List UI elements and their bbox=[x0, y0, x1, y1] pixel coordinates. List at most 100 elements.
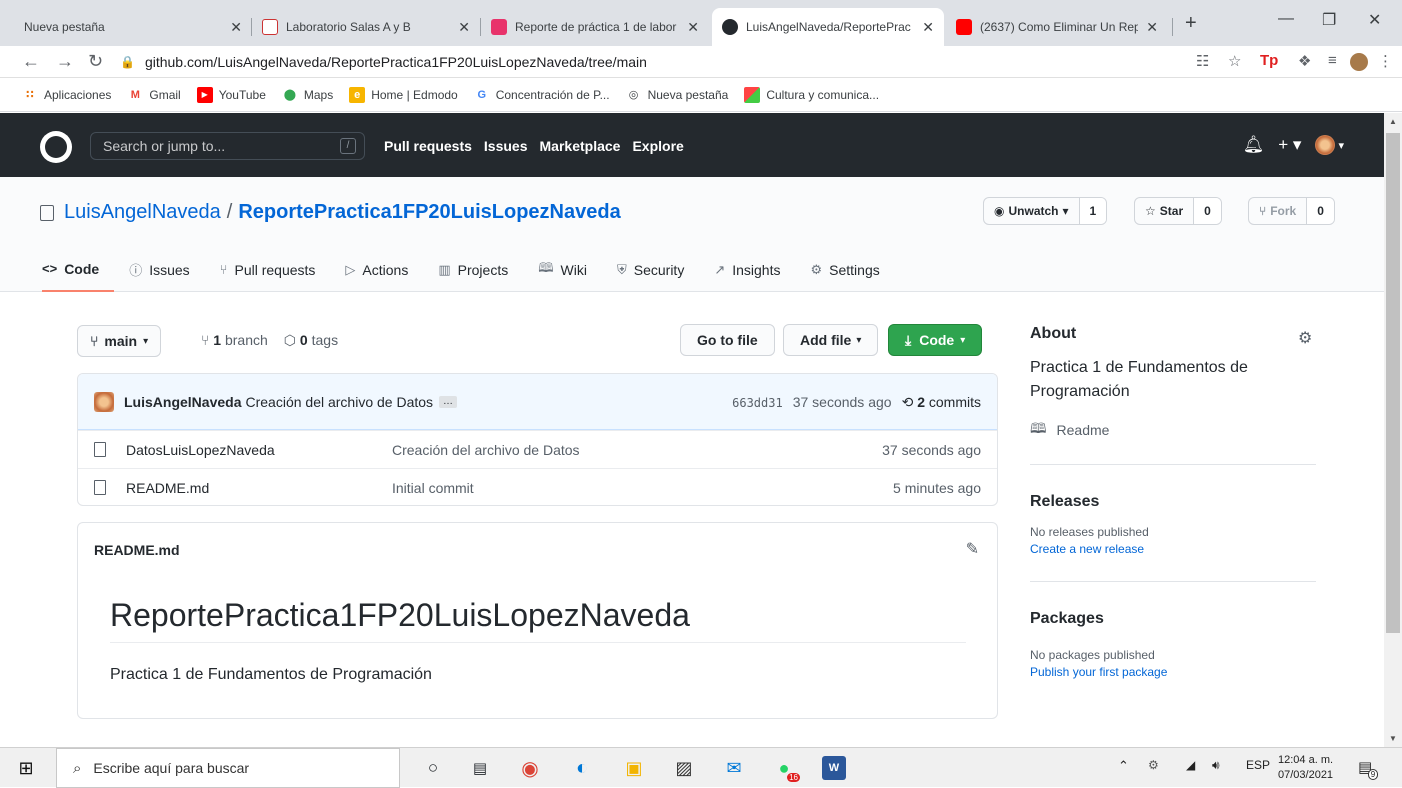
close-icon[interactable]: ✕ bbox=[230, 19, 242, 36]
file-commit-message[interactable]: Initial commit bbox=[392, 480, 474, 496]
chevron-up-icon[interactable]: ⌃ bbox=[1118, 758, 1129, 774]
tab-settings[interactable]: ⚙ Settings bbox=[795, 247, 894, 292]
code-download-button[interactable]: ⤓ Code ▾ bbox=[888, 324, 983, 356]
bookmark-gmail[interactable]: M Gmail bbox=[127, 87, 181, 103]
star-count[interactable]: 0 bbox=[1193, 198, 1221, 224]
tab-issues[interactable]: ⓘ Issues bbox=[114, 247, 204, 292]
tab-pull-requests[interactable]: ⑂ Pull requests bbox=[205, 247, 331, 292]
add-file-button[interactable]: Add file ▾ bbox=[783, 324, 879, 356]
close-icon[interactable]: ✕ bbox=[687, 19, 699, 36]
menu-kebab-icon[interactable]: ⋮ bbox=[1378, 52, 1393, 70]
wifi-icon[interactable]: ◢ bbox=[1186, 758, 1195, 772]
word-icon[interactable]: W bbox=[822, 756, 846, 780]
unwatch-button[interactable]: ◉ Unwatch ▾ 1 bbox=[983, 197, 1108, 225]
edge-icon[interactable]: ◐ bbox=[570, 756, 594, 780]
mail-icon[interactable]: ✉ bbox=[722, 756, 746, 780]
nav-marketplace[interactable]: Marketplace bbox=[540, 138, 621, 154]
file-name-link[interactable]: README.md bbox=[126, 480, 392, 496]
create-release-link[interactable]: Create a new release bbox=[1030, 542, 1316, 556]
language-indicator[interactable]: ESP bbox=[1246, 758, 1270, 772]
user-avatar-dropdown[interactable]: ▾ bbox=[1315, 135, 1344, 155]
tab-code[interactable]: <> Code bbox=[42, 247, 115, 292]
scroll-up-icon[interactable]: ▲ bbox=[1389, 117, 1397, 126]
bell-icon[interactable]: 🔔︎ bbox=[1243, 135, 1265, 155]
forward-arrow-icon[interactable]: → bbox=[56, 51, 74, 72]
close-icon[interactable]: ✕ bbox=[1146, 19, 1158, 36]
file-name-link[interactable]: DatosLuisLopezNaveda bbox=[126, 442, 392, 458]
back-arrow-icon[interactable]: ← bbox=[22, 51, 40, 72]
go-to-file-button[interactable]: Go to file bbox=[680, 324, 775, 356]
tab-actions[interactable]: ▷ Actions bbox=[330, 247, 423, 292]
taskbar-search-input[interactable]: ⌕ Escribe aquí para buscar bbox=[56, 748, 400, 788]
clock[interactable]: 12:04 a. m. 07/03/2021 bbox=[1278, 753, 1333, 783]
tab-wiki[interactable]: 🕮︎ Wiki bbox=[523, 247, 602, 292]
branch-select-button[interactable]: ⑂ main ▾ bbox=[77, 325, 162, 357]
nav-pull-requests[interactable]: Pull requests bbox=[384, 138, 472, 154]
browser-tab[interactable]: Nueva pestaña ✕ bbox=[14, 8, 252, 46]
star-button[interactable]: ☆ Star 0 bbox=[1134, 197, 1222, 225]
pencil-edit-icon[interactable]: ✎ bbox=[966, 539, 979, 559]
new-tab-button[interactable]: + bbox=[1185, 12, 1197, 35]
close-icon[interactable]: ✕ bbox=[922, 19, 934, 36]
tab-insights[interactable]: ↗ Insights bbox=[699, 247, 795, 292]
minimize-icon[interactable]: — bbox=[1278, 10, 1294, 28]
restore-icon[interactable]: ❐ bbox=[1322, 10, 1336, 30]
fork-button[interactable]: ⑂ Fork 0 bbox=[1248, 197, 1335, 225]
repo-owner-link[interactable]: LuisAngelNaveda bbox=[64, 201, 221, 224]
whatsapp-icon[interactable]: ● 16 bbox=[772, 756, 800, 782]
page-scrollbar[interactable]: ▲ ▼ bbox=[1384, 113, 1402, 747]
url-bar[interactable]: 🔒 github.com/LuisAngelNaveda/ReportePrac… bbox=[120, 48, 1220, 76]
search-input[interactable]: Search or jump to... / bbox=[90, 132, 365, 160]
readme-link[interactable]: 🕮︎ Readme bbox=[1030, 418, 1316, 442]
extensions-puzzle-icon[interactable]: ❖ bbox=[1298, 52, 1311, 70]
github-logo-icon[interactable] bbox=[40, 131, 72, 163]
releases-title[interactable]: Releases bbox=[1030, 493, 1316, 511]
browser-tab[interactable]: (2637) Como Eliminar Un Repo ✕ bbox=[946, 8, 1168, 46]
bookmark-nueva-pestana[interactable]: ◎ Nueva pestaña bbox=[626, 87, 729, 103]
bookmark-cultura[interactable]: Cultura y comunica... bbox=[744, 86, 879, 103]
nav-issues[interactable]: Issues bbox=[484, 138, 528, 154]
ellipsis-expand-button[interactable]: … bbox=[439, 395, 458, 408]
scrollbar-thumb[interactable] bbox=[1386, 133, 1400, 633]
translate-icon[interactable]: ☷ bbox=[1196, 52, 1209, 70]
chrome-icon[interactable]: ◉ bbox=[518, 756, 542, 780]
reading-list-icon[interactable]: ≡ bbox=[1328, 52, 1337, 69]
reload-icon[interactable]: ↻ bbox=[88, 51, 103, 72]
tab-projects[interactable]: ▥ Projects bbox=[423, 247, 523, 292]
windows-start-icon[interactable]: ⊞ bbox=[14, 756, 38, 780]
tags-link[interactable]: ⬡ 0 tags bbox=[284, 332, 338, 349]
security-tray-icon[interactable]: ⚙ bbox=[1148, 758, 1159, 772]
bookmark-concentracion[interactable]: G Concentración de P... bbox=[474, 87, 609, 103]
bookmark-star-icon[interactable]: ☆ bbox=[1228, 52, 1241, 70]
commit-author[interactable]: LuisAngelNaveda bbox=[124, 394, 241, 410]
publish-package-link[interactable]: Publish your first package bbox=[1030, 665, 1316, 679]
volume-icon[interactable]: 🔊︎ bbox=[1212, 758, 1220, 773]
task-view-icon[interactable]: ▤ bbox=[468, 756, 492, 780]
bookmark-apps[interactable]: ∷ Aplicaciones bbox=[22, 87, 111, 103]
profile-avatar[interactable] bbox=[1350, 53, 1368, 71]
browser-tab-active[interactable]: LuisAngelNaveda/ReportePrac ✕ bbox=[712, 8, 944, 46]
browser-tab[interactable]: Reporte de práctica 1 de labor ✕ bbox=[481, 8, 709, 46]
plus-dropdown-icon[interactable]: + ▾ bbox=[1278, 135, 1301, 155]
repo-name-link[interactable]: ReportePractica1FP20LuisLopezNaveda bbox=[238, 201, 620, 224]
window-close-icon[interactable]: ✕ bbox=[1368, 10, 1381, 30]
nav-explore[interactable]: Explore bbox=[632, 138, 683, 154]
watch-count[interactable]: 1 bbox=[1078, 198, 1107, 224]
fork-count[interactable]: 0 bbox=[1306, 198, 1334, 224]
store-icon[interactable]: ▨ bbox=[672, 756, 696, 780]
bookmark-youtube[interactable]: ▶ YouTube bbox=[196, 86, 266, 103]
commit-sha[interactable]: 663dd31 bbox=[732, 394, 783, 412]
file-commit-message[interactable]: Creación del archivo de Datos bbox=[392, 442, 580, 458]
branches-link[interactable]: ⑂ 1 branch bbox=[201, 332, 268, 349]
commits-link[interactable]: ⟲ 2 commits bbox=[902, 394, 981, 412]
cortana-icon[interactable]: ○ bbox=[421, 756, 445, 780]
extension-tp-icon[interactable]: Tp bbox=[1260, 52, 1278, 69]
packages-title[interactable]: Packages bbox=[1030, 610, 1316, 628]
notification-center-icon[interactable]: ▤ 9 bbox=[1358, 758, 1379, 780]
bookmark-maps[interactable]: ⬤ Maps bbox=[282, 87, 334, 103]
bookmark-edmodo[interactable]: e Home | Edmodo bbox=[349, 86, 458, 103]
tab-security[interactable]: ⛨ Security bbox=[602, 247, 699, 292]
browser-tab[interactable]: Laboratorio Salas A y B ✕ bbox=[252, 8, 480, 46]
close-icon[interactable]: ✕ bbox=[458, 19, 470, 36]
avatar[interactable] bbox=[94, 391, 114, 412]
